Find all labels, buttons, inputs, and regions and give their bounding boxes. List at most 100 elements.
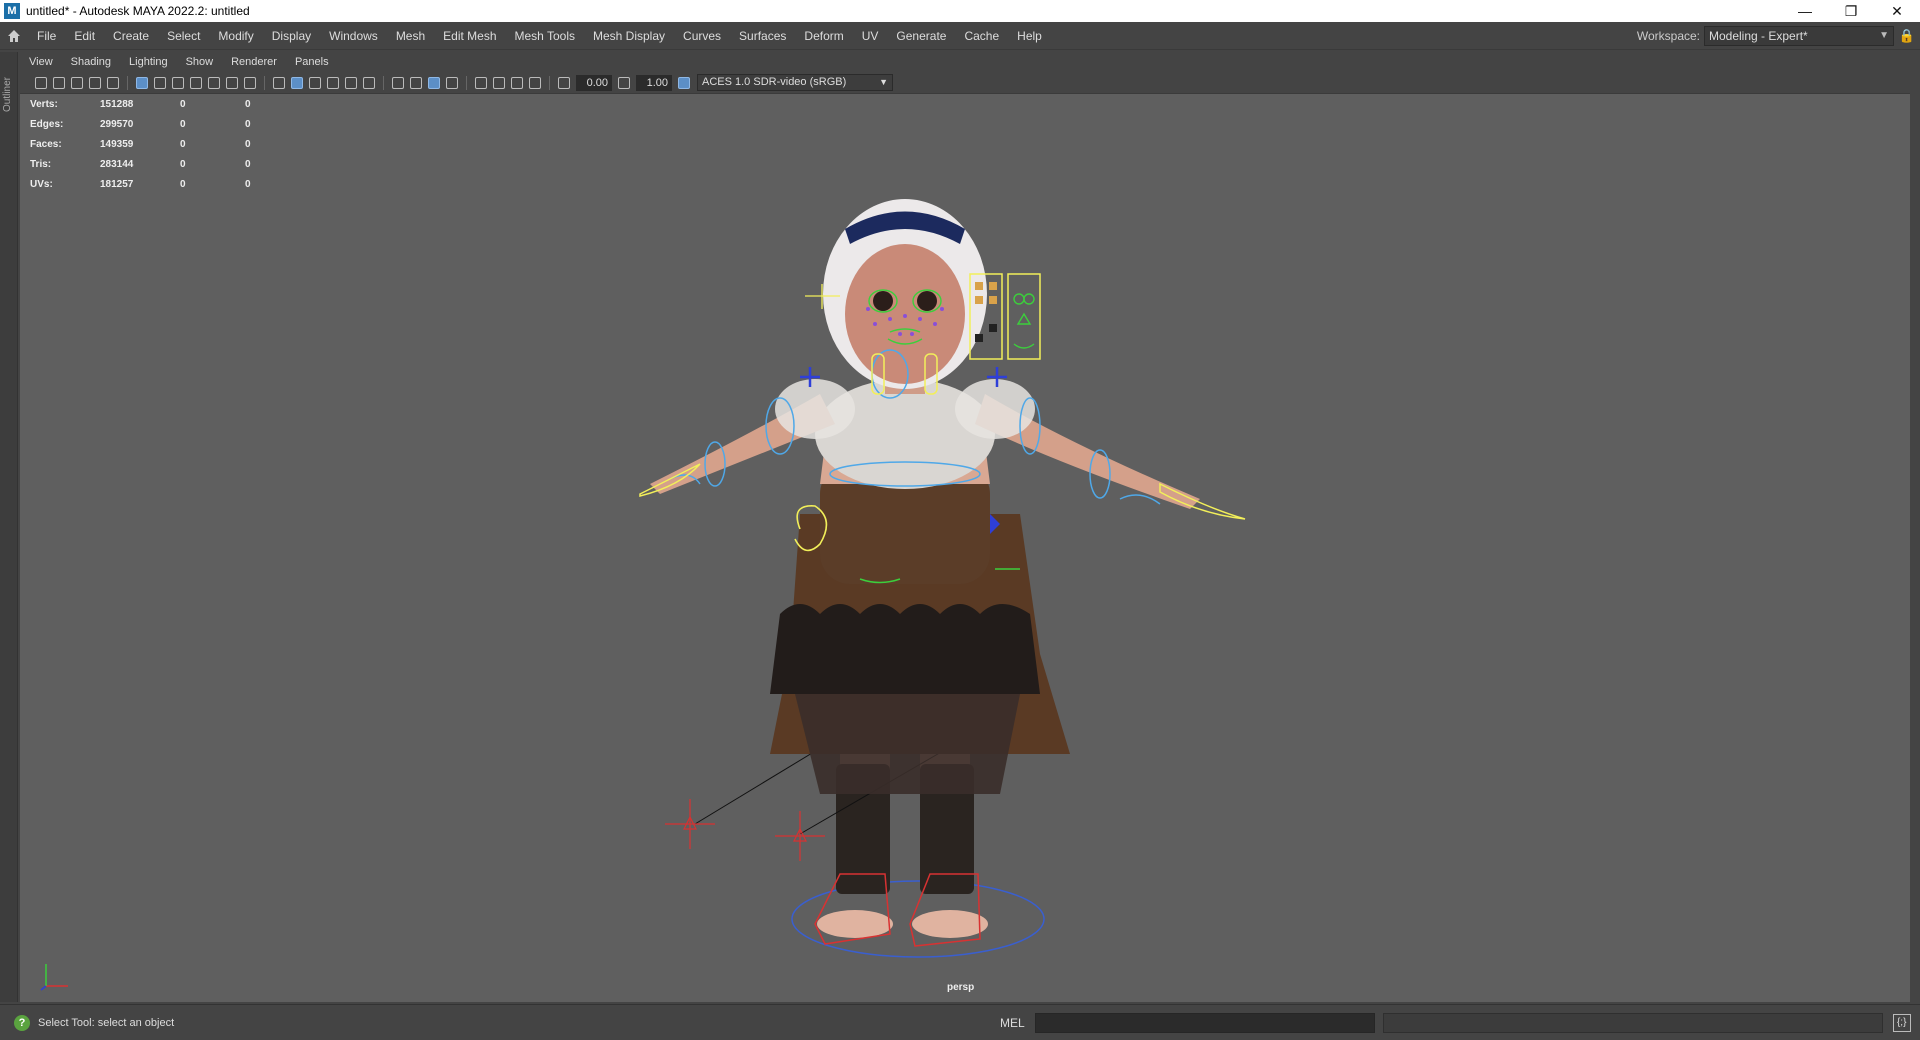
menu-select[interactable]: Select <box>158 22 209 50</box>
restore-button[interactable]: ❐ <box>1828 0 1874 22</box>
gamma-field[interactable]: 1.00 <box>636 74 672 91</box>
minimize-button[interactable]: — <box>1782 0 1828 22</box>
panel-menu-view[interactable]: View <box>20 56 62 68</box>
menu-display[interactable]: Display <box>263 22 320 50</box>
hud-label: UVs: <box>30 178 53 190</box>
wireframe-icon[interactable] <box>273 76 285 89</box>
hud-value: 0 <box>245 178 251 190</box>
help-icon[interactable]: ? <box>14 1014 30 1031</box>
lights-icon[interactable] <box>363 76 375 89</box>
menu-deform[interactable]: Deform <box>795 22 852 50</box>
outliner-side-tab[interactable]: Outliner <box>0 52 18 1002</box>
xray-icon[interactable] <box>493 76 505 89</box>
command-line-input[interactable] <box>1034 1012 1375 1033</box>
film-gate-icon[interactable] <box>154 76 166 89</box>
view-transform-value: ACES 1.0 SDR-video (sRGB) <box>702 76 847 88</box>
panel-menubar: View Shading Lighting Show Renderer Pane… <box>20 52 1910 72</box>
workspace-label: Workspace: <box>1636 29 1700 43</box>
depth-of-field-icon[interactable] <box>446 76 458 89</box>
left-foot <box>817 910 893 938</box>
textured-icon[interactable] <box>345 76 357 89</box>
restore-icon: ❐ <box>1844 3 1858 19</box>
toolbar-separator <box>466 75 467 90</box>
hud-value: 0 <box>245 158 251 170</box>
shadows-icon[interactable] <box>392 76 404 89</box>
script-editor-icon: {;} <box>1896 1016 1907 1028</box>
hud-value: 0 <box>245 138 251 150</box>
resolution-gate-icon[interactable] <box>172 76 184 89</box>
panel-menu-show[interactable]: Show <box>177 56 223 68</box>
face-picker-eyes[interactable] <box>1013 293 1035 349</box>
close-button[interactable]: ✕ <box>1874 0 1920 22</box>
color-management-icon[interactable] <box>678 76 690 89</box>
menu-mesh[interactable]: Mesh <box>387 22 434 50</box>
menu-generate[interactable]: Generate <box>887 22 955 50</box>
menu-curves[interactable]: Curves <box>674 22 730 50</box>
help-line-text: Select Tool: select an object <box>38 1016 175 1029</box>
persp-viewport[interactable]: Verts: 151288 0 0 Edges: 299570 0 0 Faces: 1493… <box>20 94 1910 1002</box>
mel-language-toggle[interactable]: MEL <box>1000 1016 1025 1030</box>
left-sleeve <box>775 379 855 439</box>
gate-mask-icon[interactable] <box>190 76 202 89</box>
safe-action-icon[interactable] <box>226 76 238 89</box>
hud-value: 0 <box>180 118 186 130</box>
menu-file[interactable]: File <box>28 22 65 50</box>
view-transform-dropdown[interactable]: ACES 1.0 SDR-video (sRGB) ▼ <box>697 74 893 91</box>
close-icon: ✕ <box>1891 3 1903 19</box>
xray-active-icon[interactable] <box>511 76 523 89</box>
smooth-shade-icon[interactable] <box>291 76 303 89</box>
skirt-lace <box>795 694 1020 794</box>
main-menubar: File Edit Create Select Modify Display W… <box>0 22 1920 50</box>
panel-menu-renderer[interactable]: Renderer <box>222 56 286 68</box>
right-sleeve <box>955 379 1035 439</box>
panel-menu-lighting[interactable]: Lighting <box>120 56 177 68</box>
bookmark-icon[interactable] <box>71 76 83 89</box>
rigged-character-model[interactable] <box>600 134 1300 1002</box>
menu-create[interactable]: Create <box>104 22 158 50</box>
panel-menu-panels[interactable]: Panels <box>286 56 338 68</box>
exposure-field[interactable]: 0.00 <box>576 74 612 91</box>
wireframe-on-shaded-icon[interactable] <box>327 76 339 89</box>
menu-surfaces[interactable]: Surfaces <box>730 22 795 50</box>
anti-aliasing-icon[interactable] <box>428 76 440 89</box>
isolate-select-icon[interactable] <box>475 76 487 89</box>
camera-attributes-icon[interactable] <box>53 76 65 89</box>
hud-value: 0 <box>180 158 186 170</box>
menu-cache[interactable]: Cache <box>955 22 1008 50</box>
hud-row: Faces: 149359 0 0 <box>30 134 285 154</box>
grid-icon[interactable] <box>136 76 148 89</box>
hud-row: UVs: 181257 0 0 <box>30 174 285 194</box>
safe-title-icon[interactable] <box>244 76 256 89</box>
face-picker-panel-b[interactable] <box>1007 273 1041 360</box>
menu-uv[interactable]: UV <box>853 22 888 50</box>
default-material-icon[interactable] <box>309 76 321 89</box>
menu-mesh-tools[interactable]: Mesh Tools <box>506 22 584 50</box>
image-plane-icon[interactable] <box>89 76 101 89</box>
script-editor-button[interactable]: {;} <box>1892 1013 1911 1032</box>
camera-select-icon[interactable] <box>35 76 47 89</box>
grease-pencil-icon[interactable] <box>107 76 119 89</box>
maya-logo-icon: M <box>4 3 20 19</box>
xray-joints-icon[interactable] <box>529 76 541 89</box>
menu-mesh-display[interactable]: Mesh Display <box>584 22 674 50</box>
menu-edit-mesh[interactable]: Edit Mesh <box>434 22 505 50</box>
menu-windows[interactable]: Windows <box>320 22 387 50</box>
gamma-icon[interactable] <box>618 76 630 89</box>
menu-help[interactable]: Help <box>1008 22 1051 50</box>
home-button[interactable] <box>0 22 28 50</box>
workspace-lock-button[interactable]: 🔒 <box>1894 28 1920 44</box>
lock-icon: 🔒 <box>1898 28 1916 43</box>
ambient-occlusion-icon[interactable] <box>410 76 422 89</box>
right-pole-vector-control[interactable] <box>775 811 825 861</box>
panel-menu-shading[interactable]: Shading <box>62 56 120 68</box>
workspace-dropdown[interactable]: Modeling - Expert* ▼ <box>1704 26 1894 46</box>
left-pole-vector-control[interactable] <box>665 799 715 849</box>
hud-value: 0 <box>245 118 251 130</box>
menu-edit[interactable]: Edit <box>65 22 104 50</box>
menu-modify[interactable]: Modify <box>209 22 262 50</box>
workspace-value: Modeling - Expert* <box>1709 29 1808 43</box>
field-chart-icon[interactable] <box>208 76 220 89</box>
exposure-icon[interactable] <box>558 76 570 89</box>
minimize-icon: — <box>1798 3 1812 19</box>
viewport-panel: View Shading Lighting Show Renderer Pane… <box>20 52 1910 1002</box>
